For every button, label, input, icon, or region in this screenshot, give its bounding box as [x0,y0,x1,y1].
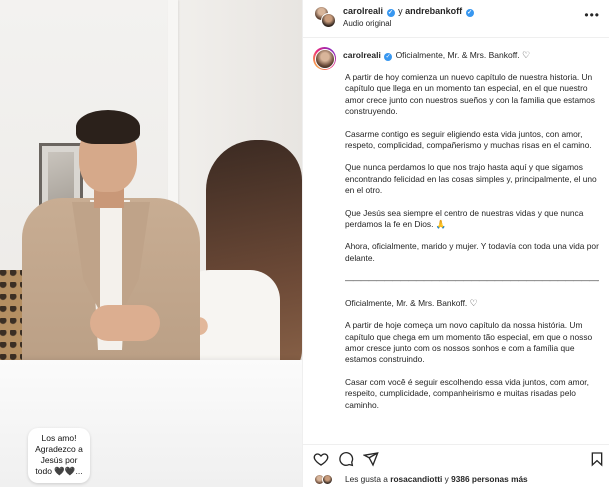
avatar[interactable] [322,474,333,485]
header-usernames: carolreali ✓ y andrebankoff ✓ [343,6,474,17]
caption-paragraph: A partir de hoje começa um novo capítulo… [345,320,593,365]
heart-icon[interactable] [313,451,329,467]
caption-text: A partir de hoy comienza un nuevo capítu… [345,72,599,422]
likes-summary: Les gusta a rosacandiotti y 9386 persona… [303,472,609,487]
username-link[interactable]: carolreali [343,6,383,16]
heart-emoji-icon: ♡ [522,50,531,60]
caption-paragraph: Ahora, oficialmente, marido y mujer. Y t… [345,241,599,263]
likes-text: Les gusta a rosacandiotti y 9386 persona… [345,474,528,484]
likes-count[interactable]: 9386 personas más [451,474,528,484]
username-link[interactable]: andrebankoff [405,6,462,16]
caption-paragraph: Que nunca perdamos lo que nos trajo hast… [345,162,597,196]
caption-author[interactable]: carolreali [343,50,381,60]
avatar[interactable] [321,13,336,28]
caption-paragraph: Oficialmente, Mr. & Mrs. Bankoff. ♡ [345,297,478,308]
liker-username[interactable]: rosacandiotti [390,474,442,484]
post-side-panel: carolreali ✓ y andrebankoff ✓ Audio orig… [302,0,609,487]
heart-emoji-icon: ♡ [469,297,478,308]
caption-divider: ————————————————————————————————— [345,275,599,286]
audio-link[interactable]: Audio original [343,19,391,28]
verified-badge-icon: ✓ [384,53,393,61]
liker-avatars[interactable] [314,474,340,485]
caption-paragraph: Casar com você é seguir escolhendo essa … [345,376,589,410]
caption-area: carolreali ✓ Oficialmente, Mr. & Mrs. Ba… [303,38,609,444]
collab-avatars[interactable] [314,6,336,28]
ring-hands [90,305,160,341]
verified-badge-icon: ✓ [465,9,474,17]
caption-paragraph: Que Jesús sea siempre el centro de nuest… [345,207,584,230]
caption-headline: carolreali ✓ Oficialmente, Mr. & Mrs. Ba… [343,50,531,61]
verified-badge-icon: ✓ [386,9,395,17]
post-media[interactable]: Los amo! Agradezco a Jesús por todo 🖤🖤..… [0,0,302,487]
bookmark-icon[interactable] [589,451,605,467]
comment-icon[interactable] [338,451,354,467]
action-bar [303,444,609,472]
text-sticker: Los amo! Agradezco a Jesús por todo 🖤🖤..… [28,428,90,483]
more-options-icon[interactable]: ••• [584,8,600,22]
caption-paragraph: Casarme contigo es seguir eligiendo esta… [345,128,592,151]
caption-paragraph: A partir de hoy comienza un nuevo capítu… [345,72,595,117]
share-icon[interactable] [363,451,379,467]
post-header: carolreali ✓ y andrebankoff ✓ Audio orig… [303,0,609,38]
avatar[interactable] [313,47,336,70]
